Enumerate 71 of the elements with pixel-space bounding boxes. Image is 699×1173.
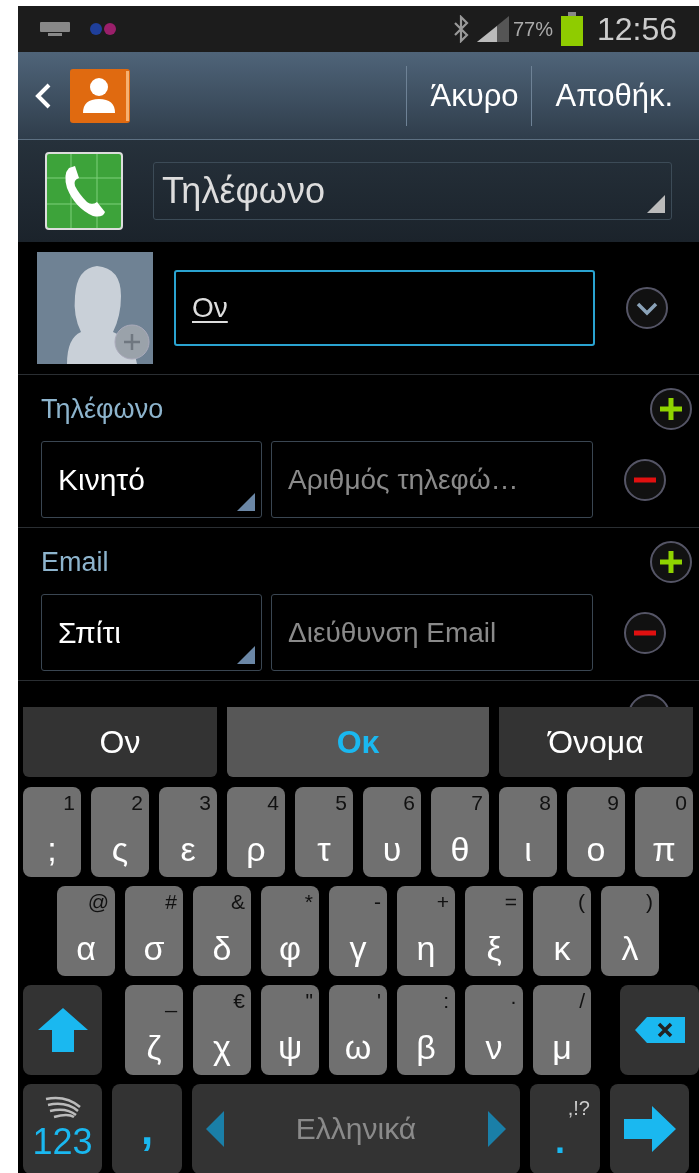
symbols-key[interactable]: 123	[23, 1084, 102, 1173]
battery-percent: 77%	[512, 17, 553, 41]
enter-key[interactable]	[610, 1084, 689, 1173]
key[interactable]: 2 ς	[91, 787, 149, 877]
key[interactable]: ) λ	[601, 886, 659, 976]
action-button[interactable]: Άκυρο	[406, 77, 531, 114]
notification-icon	[90, 23, 116, 35]
comma-key[interactable]: ,	[112, 1084, 182, 1173]
backspace-icon	[634, 1017, 685, 1043]
key[interactable]: " ψ	[261, 985, 319, 1075]
key[interactable]: 1 ;	[23, 787, 81, 877]
add-icon[interactable]	[649, 387, 693, 431]
key[interactable]: 9 ο	[567, 787, 625, 877]
input-field[interactable]: Διεύθυνση Email	[271, 594, 593, 671]
swoosh-logo-icon	[43, 1095, 82, 1119]
suggestion[interactable]: Ον	[23, 707, 217, 777]
phone-icon	[45, 152, 123, 230]
type-dropdown[interactable]: Σπίτι	[41, 594, 262, 671]
back-icon[interactable]	[34, 81, 52, 110]
period-key[interactable]: ,!? .	[530, 1084, 600, 1173]
key[interactable]: = ξ	[465, 886, 523, 976]
remove-icon[interactable]	[623, 610, 667, 655]
left-arrow-icon	[206, 1111, 224, 1147]
clock: 12:56	[596, 10, 677, 48]
key[interactable]: _ ζ	[125, 985, 183, 1075]
add-icon[interactable]	[649, 540, 693, 584]
right-arrow-icon	[488, 1111, 506, 1147]
remove-icon[interactable]	[623, 457, 667, 502]
key[interactable]: 0 π	[635, 787, 693, 877]
battery-icon	[560, 12, 583, 46]
signal-icon	[476, 16, 509, 42]
input-field[interactable]: Αριθμός τηλεφώ…	[271, 441, 593, 518]
key[interactable]: + η	[397, 886, 455, 976]
type-dropdown[interactable]: Κινητό	[41, 441, 262, 518]
key[interactable]: 5 τ	[295, 787, 353, 877]
key[interactable]: & δ	[193, 886, 251, 976]
key[interactable]: € χ	[193, 985, 251, 1075]
key[interactable]: 8 ι	[499, 787, 557, 877]
corner-triangle-icon	[237, 646, 255, 664]
key[interactable]: / μ	[533, 985, 591, 1075]
suggestion[interactable]: Όνομα	[499, 707, 693, 777]
key[interactable]: : β	[397, 985, 455, 1075]
contact-photo-placeholder[interactable]	[37, 252, 153, 364]
account-dropdown[interactable]: Τηλέφωνο	[153, 162, 672, 220]
name-field[interactable]: Ον	[174, 270, 595, 346]
keyboard-icon	[40, 22, 70, 36]
right-arrow-icon	[623, 1106, 676, 1152]
key[interactable]: 4 ρ	[227, 787, 285, 877]
backspace-key[interactable]	[620, 985, 699, 1075]
bluetooth-icon	[452, 15, 469, 43]
contact-icon	[70, 68, 130, 123]
key[interactable]: ( κ	[533, 886, 591, 976]
key[interactable]: * φ	[261, 886, 319, 976]
space-key[interactable]: Ελληνικά	[192, 1084, 520, 1173]
key[interactable]: 6 υ	[363, 787, 421, 877]
key[interactable]: · ν	[465, 985, 523, 1075]
key[interactable]: - γ	[329, 886, 387, 976]
suggestion[interactable]: Οκ	[227, 707, 489, 777]
section-title: Email	[41, 546, 109, 578]
key[interactable]: @ α	[57, 886, 115, 976]
action-button[interactable]: Αποθήκ.	[531, 77, 685, 114]
key[interactable]: # σ	[125, 886, 183, 976]
corner-triangle-icon	[237, 493, 255, 511]
shift-arrow-icon	[37, 1008, 88, 1052]
key[interactable]: 3 ε	[159, 787, 217, 877]
key[interactable]: 7 θ	[431, 787, 489, 877]
key[interactable]: ' ω	[329, 985, 387, 1075]
section-title: Τηλέφωνο	[41, 393, 164, 425]
expand-icon[interactable]	[625, 286, 669, 330]
shift-key[interactable]	[23, 985, 102, 1075]
corner-triangle-icon	[647, 195, 665, 213]
